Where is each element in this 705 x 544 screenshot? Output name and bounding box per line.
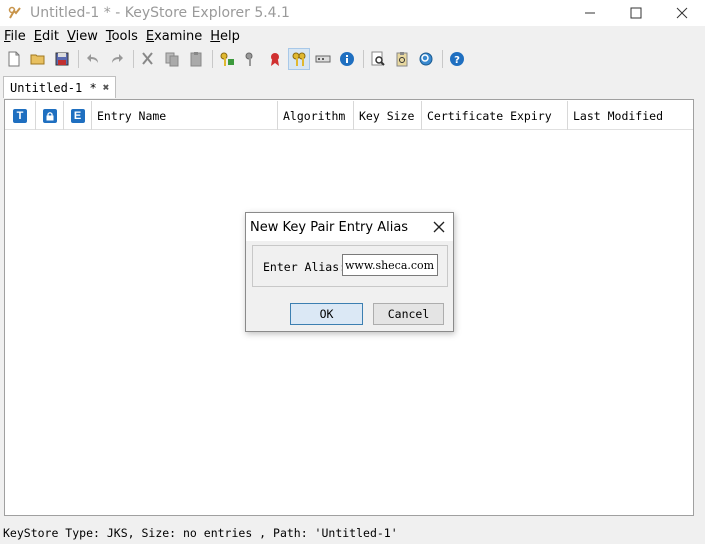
toolbar-separator: [78, 50, 79, 68]
dialog-title: New Key Pair Entry Alias: [250, 219, 409, 235]
save-icon: [55, 52, 69, 66]
column-key-size[interactable]: Key Size: [354, 101, 422, 130]
alias-label: Enter Alias:: [263, 260, 347, 274]
status-text: KeyStore Type: JKS, Size: no entries , P…: [3, 526, 398, 540]
import-trusted-cert-icon: [271, 53, 279, 66]
close-icon: [676, 7, 688, 19]
new-key-pair-alias-dialog: New Key Pair Entry Alias Enter Alias: ww…: [245, 212, 454, 332]
column-last-modified[interactable]: Last Modified: [568, 101, 693, 130]
help-icon: ?: [450, 52, 464, 66]
lock-icon: [42, 108, 57, 123]
examine-ssl-icon: [419, 52, 433, 66]
redo-icon: [112, 54, 123, 63]
undo-button[interactable]: [82, 48, 104, 70]
close-button[interactable]: [659, 0, 705, 26]
toolbar-separator: [212, 50, 213, 68]
alias-input[interactable]: www.sheca.com: [342, 254, 438, 276]
status-bar: KeyStore Type: JKS, Size: no entries , P…: [0, 522, 705, 544]
properties-button[interactable]: [336, 48, 358, 70]
ok-button[interactable]: OK: [290, 303, 363, 325]
open-button[interactable]: [27, 48, 49, 70]
column-entry-type[interactable]: T: [5, 101, 36, 130]
menu-view[interactable]: View: [63, 29, 102, 44]
new-button[interactable]: [3, 48, 25, 70]
properties-icon: [340, 52, 354, 66]
import-key-pair-icon: [292, 52, 306, 66]
save-button[interactable]: [51, 48, 73, 70]
dialog-close-button[interactable]: [431, 219, 447, 235]
table-header: T E Entry Name Algorithm Key Size Certif…: [5, 101, 693, 130]
examine-clipboard-icon: [396, 52, 408, 67]
menu-help[interactable]: Help: [206, 29, 244, 44]
redo-button[interactable]: [106, 48, 128, 70]
paste-button[interactable]: [185, 48, 207, 70]
toolbar: ?: [0, 47, 470, 71]
close-icon: [433, 221, 445, 233]
keystore-tabs: Untitled-1 * ✖: [3, 76, 117, 98]
column-certificate-expiry[interactable]: Certificate Expiry: [422, 101, 568, 130]
column-lock-status[interactable]: [36, 101, 64, 130]
menu-tools[interactable]: Tools: [102, 29, 142, 44]
toolbar-separator: [363, 50, 364, 68]
examine-clipboard-button[interactable]: [391, 48, 413, 70]
menu-examine[interactable]: Examine: [142, 29, 206, 44]
toolbar-separator: [133, 50, 134, 68]
import-trusted-cert-button[interactable]: [264, 48, 286, 70]
copy-icon: [165, 52, 179, 67]
minimize-icon: [585, 12, 595, 14]
maximize-button[interactable]: [613, 0, 659, 26]
menu-bar: File Edit View Tools Examine Help: [0, 27, 244, 45]
app-logo-icon: [6, 4, 24, 22]
copy-button[interactable]: [161, 48, 183, 70]
entry-type-icon: T: [13, 108, 27, 123]
alias-input-value: www.sheca.com: [345, 258, 435, 272]
generate-secret-key-button[interactable]: [240, 48, 262, 70]
column-expiry-status[interactable]: E: [64, 101, 92, 130]
new-icon: [8, 51, 20, 67]
cut-button[interactable]: [137, 48, 159, 70]
column-algorithm[interactable]: Algorithm: [278, 101, 354, 130]
examine-file-icon: [371, 51, 385, 66]
maximize-icon: [630, 7, 642, 19]
toolbar-separator: [442, 50, 443, 68]
menu-edit[interactable]: Edit: [30, 29, 63, 44]
undo-icon: [87, 54, 98, 63]
tab-label: Untitled-1 *: [10, 80, 97, 95]
tab-untitled-1[interactable]: Untitled-1 * ✖: [3, 76, 117, 98]
alias-group: Enter Alias: www.sheca.com: [252, 245, 448, 287]
paste-icon: [190, 52, 202, 67]
set-password-icon: [315, 55, 331, 63]
svg-text:?: ?: [454, 55, 460, 66]
generate-key-pair-icon: [220, 52, 234, 66]
dialog-title-bar: New Key Pair Entry Alias: [246, 213, 453, 241]
right-edge: [697, 45, 705, 520]
generate-secret-key-icon: [245, 52, 253, 66]
window-title: Untitled-1 * - KeyStore Explorer 5.4.1: [30, 5, 290, 21]
menu-file[interactable]: File: [0, 29, 30, 44]
import-key-pair-button[interactable]: [288, 48, 310, 70]
open-icon: [30, 54, 45, 65]
examine-file-button[interactable]: [367, 48, 389, 70]
tab-close-icon[interactable]: ✖: [103, 81, 110, 94]
help-button[interactable]: ?: [446, 48, 468, 70]
minimize-button[interactable]: [567, 0, 613, 26]
expiry-status-icon: E: [70, 108, 85, 123]
cut-icon: [142, 52, 153, 65]
cancel-button[interactable]: Cancel: [373, 303, 444, 325]
set-password-button[interactable]: [312, 48, 334, 70]
examine-ssl-button[interactable]: [415, 48, 437, 70]
title-bar: Untitled-1 * - KeyStore Explorer 5.4.1: [0, 0, 705, 26]
generate-key-pair-button[interactable]: [216, 48, 238, 70]
column-entry-name[interactable]: Entry Name: [92, 101, 278, 130]
